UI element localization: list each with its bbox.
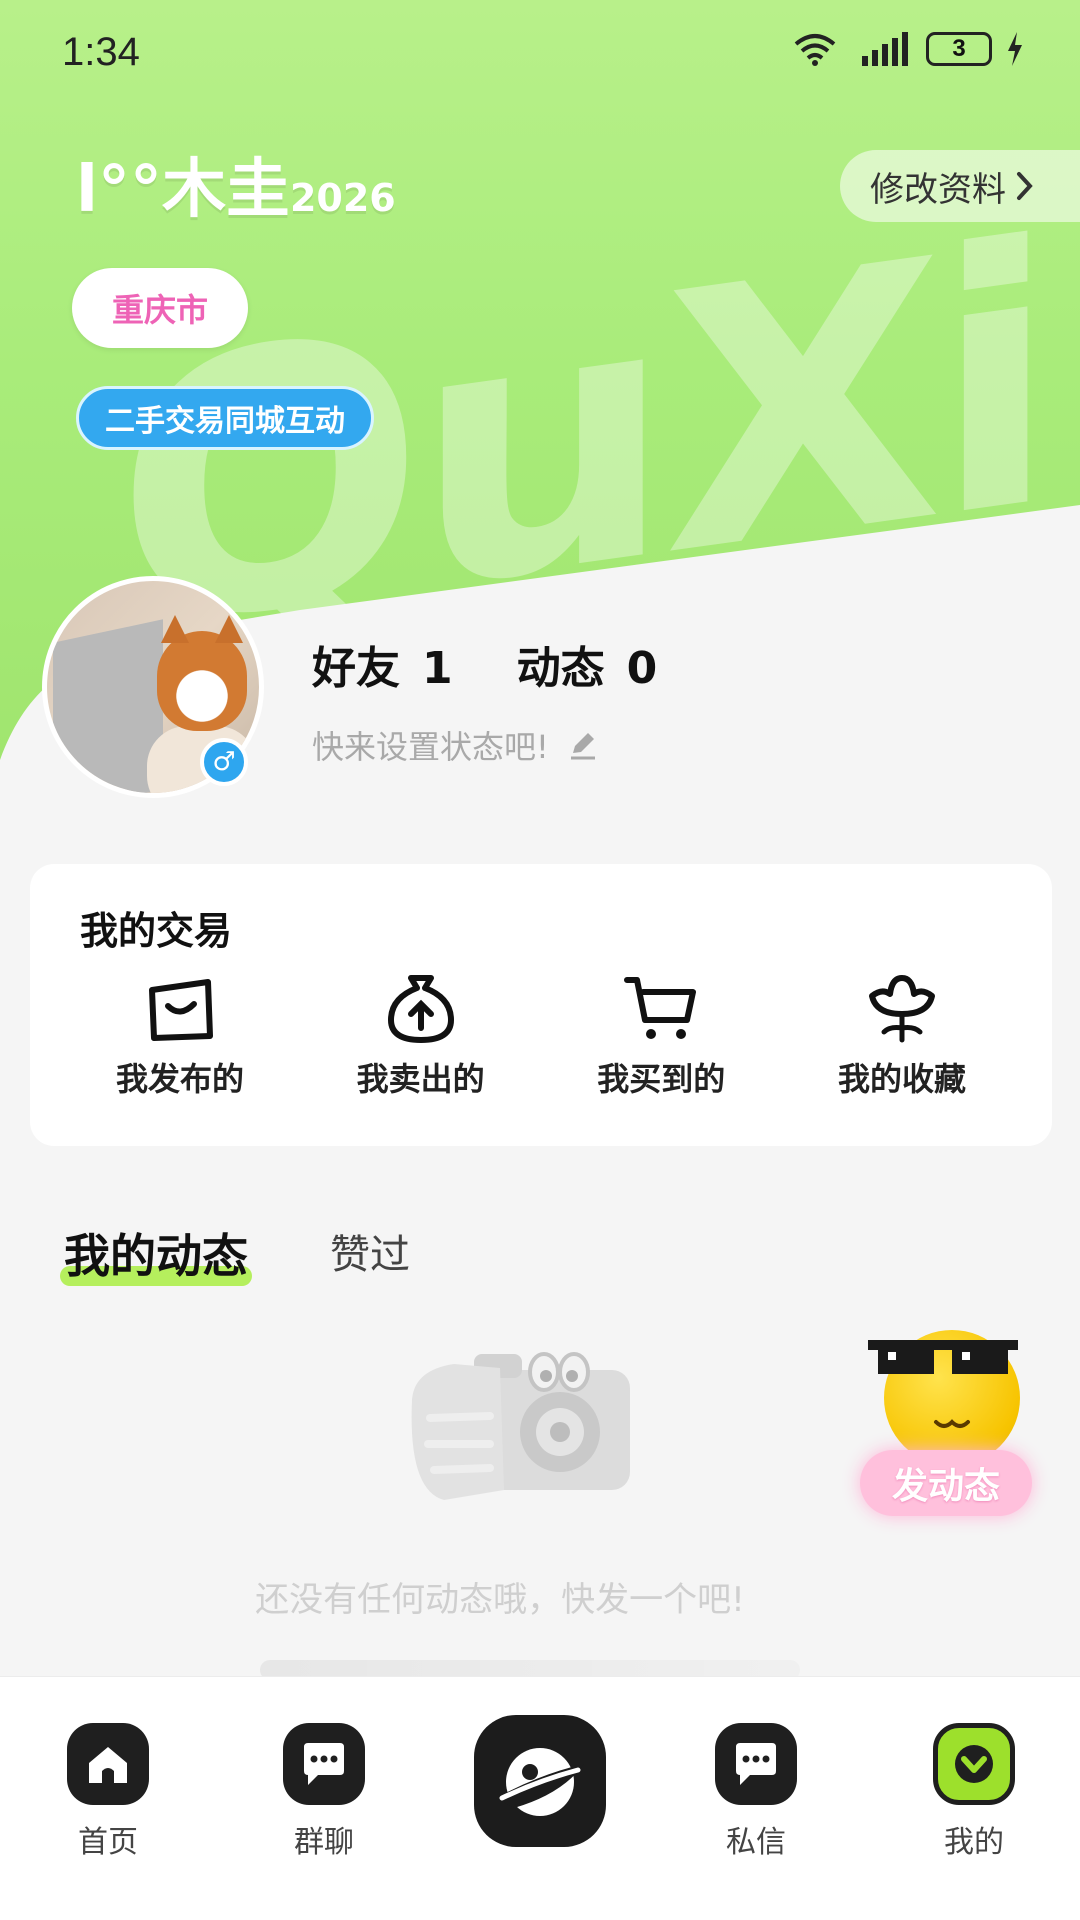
trade-item-sold[interactable]: 我卖出的 bbox=[321, 974, 521, 1100]
post-fab[interactable]: 发动态 bbox=[860, 1320, 1040, 1520]
posts-label: 动态 bbox=[516, 643, 605, 694]
group-chat-icon bbox=[283, 1723, 365, 1805]
gender-badge: ♂ bbox=[200, 738, 248, 786]
trade-items: 我发布的 我卖出的 我买到的 我的收藏 bbox=[80, 974, 1002, 1100]
tab-my-posts[interactable]: 我的动态 bbox=[60, 1220, 252, 1286]
status-message[interactable]: 快来设置状态吧! bbox=[312, 722, 599, 768]
wifi-icon bbox=[794, 34, 836, 66]
nav-home[interactable]: 首页 bbox=[48, 1723, 168, 1861]
nav-messages[interactable]: 私信 bbox=[696, 1723, 816, 1861]
friends-label: 好友 bbox=[312, 643, 400, 694]
trade-item-label: 我买到的 bbox=[597, 1060, 726, 1098]
friends-stat[interactable]: 好友 1 bbox=[312, 632, 453, 696]
friends-count: 1 bbox=[422, 643, 453, 694]
nav-home-label: 首页 bbox=[78, 1825, 138, 1860]
trade-item-favorites[interactable]: 我的收藏 bbox=[802, 974, 1002, 1100]
nav-group-chat[interactable]: 群聊 bbox=[264, 1723, 384, 1861]
nav-profile-label: 我的 bbox=[944, 1825, 1004, 1860]
tab-liked[interactable]: 赞过 bbox=[330, 1222, 410, 1286]
pencil-icon bbox=[570, 733, 595, 760]
my-trades-card: 我的交易 我发布的 我卖出的 我买到的 我的收藏 bbox=[30, 864, 1052, 1146]
nav-messages-label: 私信 bbox=[726, 1825, 786, 1860]
chevron-right-icon bbox=[1017, 172, 1033, 200]
shopping-bag-icon bbox=[149, 979, 213, 1041]
shopping-cart-icon bbox=[624, 977, 697, 1039]
signal-icon bbox=[862, 32, 908, 66]
status-bar: 1:34 3 bbox=[0, 0, 1080, 110]
camera-illustration bbox=[411, 1352, 630, 1500]
post-fab-label: 发动态 bbox=[860, 1450, 1032, 1516]
nav-discover[interactable] bbox=[474, 1715, 606, 1847]
edit-profile-button[interactable]: 修改资料 bbox=[840, 150, 1080, 222]
pixel-sunglasses-icon bbox=[868, 1340, 1018, 1374]
brand-prefix: l°° bbox=[76, 153, 162, 227]
flower-icon bbox=[868, 975, 935, 1043]
nav-profile[interactable]: 我的 bbox=[914, 1723, 1034, 1861]
home-icon bbox=[67, 1723, 149, 1805]
trade-item-label: 我的收藏 bbox=[837, 1060, 966, 1098]
interest-tag[interactable]: 二手交易同城互动 bbox=[76, 386, 374, 450]
bottom-navigation: 首页 群聊 私信 我的 bbox=[0, 1676, 1080, 1920]
my-trades-title: 我的交易 bbox=[80, 909, 233, 953]
brand-name: 木圭 bbox=[161, 153, 290, 227]
posts-stat[interactable]: 动态 0 bbox=[517, 632, 658, 696]
brand-logo: l°°木圭2026 bbox=[76, 138, 396, 230]
status-time: 1:34 bbox=[62, 30, 140, 74]
profile-down-icon bbox=[933, 1723, 1015, 1805]
brand-year: 2026 bbox=[289, 176, 396, 220]
empty-state-text: 还没有任何动态哦，快发一个吧! bbox=[255, 1580, 745, 1620]
tab-my-posts-label: 我的动态 bbox=[64, 1229, 248, 1283]
trade-item-label: 我发布的 bbox=[115, 1060, 244, 1098]
trade-item-published[interactable]: 我发布的 bbox=[80, 974, 280, 1100]
posts-count: 0 bbox=[626, 643, 658, 694]
profile-stats: 好友 1 动态 0 bbox=[312, 632, 657, 696]
trade-item-label: 我卖出的 bbox=[356, 1060, 485, 1098]
status-icons: 3 bbox=[792, 32, 1024, 66]
feed-tabs: 我的动态 赞过 bbox=[60, 1220, 410, 1286]
planet-face-icon bbox=[496, 1748, 584, 1816]
money-bag-upload-icon bbox=[387, 975, 454, 1043]
city-chip[interactable]: 重庆市 bbox=[72, 268, 248, 348]
status-placeholder: 快来设置状态吧! bbox=[312, 728, 549, 766]
charging-icon bbox=[1008, 32, 1022, 66]
nav-group-chat-label: 群聊 bbox=[294, 1825, 354, 1860]
battery-indicator: 3 bbox=[926, 32, 992, 66]
trade-item-bought[interactable]: 我买到的 bbox=[561, 974, 761, 1100]
edit-profile-label: 修改资料 bbox=[870, 169, 1006, 210]
message-icon bbox=[715, 1723, 797, 1805]
